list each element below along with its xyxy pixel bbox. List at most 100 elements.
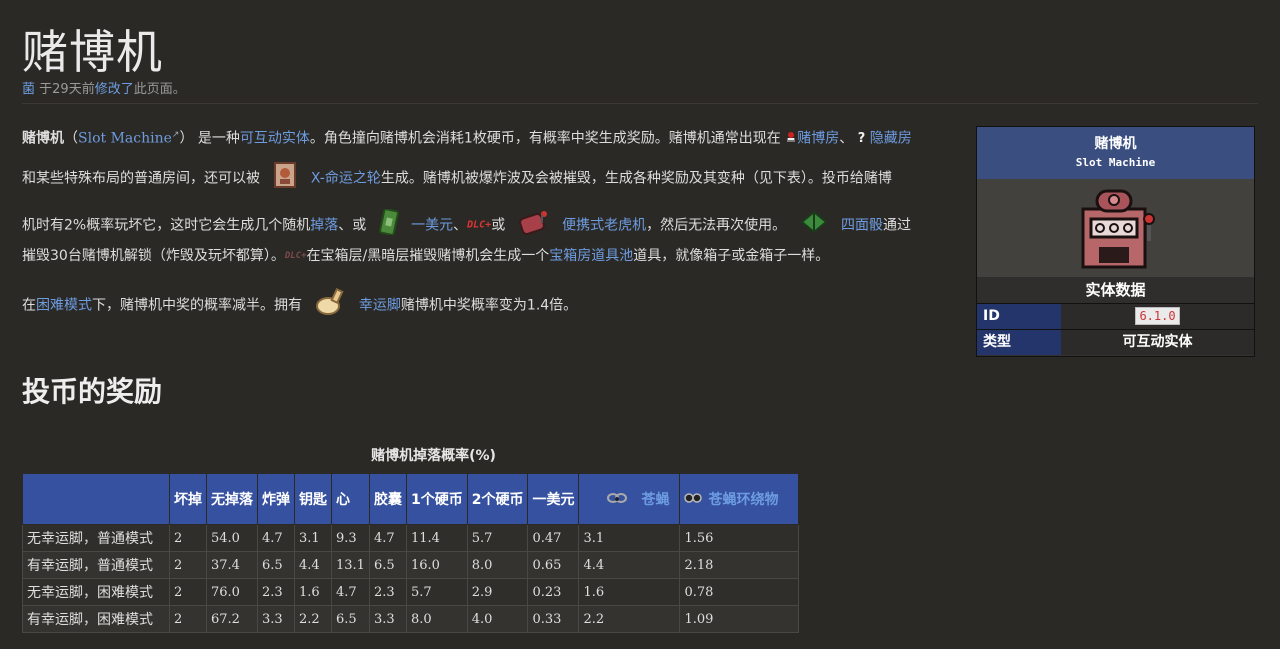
- interactive-entity-link[interactable]: 可互动实体: [240, 131, 310, 147]
- col-header: 胶囊: [368, 473, 407, 525]
- table-row: 有幸运脚，普通模式 2 37.4 6.5 4.4 13.1 6.5 16.0 8…: [22, 551, 800, 579]
- text: 、: [839, 130, 854, 147]
- col-header: 心: [331, 473, 370, 525]
- lucky-foot-link[interactable]: 幸运脚: [359, 298, 401, 314]
- fly-orbital-link[interactable]: 苍蝇环绕物: [708, 492, 778, 508]
- row-label: 无幸运脚，普通模式: [22, 524, 170, 552]
- d4-link[interactable]: 四面骰: [841, 218, 883, 234]
- text: 下，赌博机中奖的概率减半。拥有: [92, 297, 302, 314]
- fly-icon: [607, 492, 628, 508]
- cell: 6.5: [368, 551, 407, 579]
- infobox: 赌博机 Slot Machine 实体数据 ID 6.1.0 类型 可互动实体: [976, 126, 1255, 357]
- cell: 2: [169, 605, 207, 633]
- gamble-room-icon: [785, 128, 797, 150]
- intro-term: 赌博机: [22, 130, 64, 147]
- cell: 5.7: [466, 524, 529, 552]
- cell: 9.3: [331, 524, 370, 552]
- slot-machine-sprite: [1081, 189, 1155, 269]
- cell: 13.1: [331, 551, 370, 579]
- table-caption: 赌博机掉落概率(%): [371, 448, 496, 464]
- cell: 4.4: [578, 551, 681, 579]
- col-header: 无掉落: [206, 473, 258, 525]
- infobox-row: ID 6.1.0: [977, 303, 1254, 329]
- text: 生成。赌博机被爆炸波及会被摧毁，生成各种奖励及其变种（见下表）。投币给赌博: [380, 170, 892, 187]
- cell: 3.1: [294, 524, 332, 552]
- history-link[interactable]: 修改了: [95, 82, 134, 97]
- fly-link[interactable]: 苍蝇: [641, 492, 669, 508]
- cell: 2.9: [466, 578, 529, 606]
- rewards-table: 坏掉 无掉落 炸弹 钥匙 心 胶囊 1个硬币 2个硬币 一美元 苍蝇 苍蝇环绕物…: [22, 473, 800, 633]
- text: 是一种: [197, 130, 240, 147]
- intro-line-1: 赌博机（Slot Machine↗） 是一种可互动实体。角色撞向赌博机会消耗1枚…: [22, 124, 912, 150]
- col-header: 2个硬币: [466, 473, 529, 525]
- cell: 1.56: [679, 524, 800, 552]
- row-label: 有幸运脚，困难模式: [22, 605, 170, 633]
- dlc-plus-badge: DLC+: [467, 219, 492, 231]
- section-heading: 投币的奖励: [22, 375, 163, 408]
- intro-line-2: 和某些特殊布局的普通房间，还可以被 X-命运之轮生成。赌博机被爆炸波及会被摧毁，…: [22, 162, 892, 195]
- pickup-link[interactable]: 掉落: [310, 218, 338, 234]
- col-header: 坏掉: [169, 473, 207, 525]
- text: 、或: [338, 217, 367, 234]
- row-label: 无幸运脚，困难模式: [22, 578, 170, 606]
- cell: 2.2: [578, 605, 681, 633]
- secret-room-icon: ?: [857, 130, 866, 146]
- table-row: 无幸运脚，困难模式 2 76.0 2.3 1.6 4.7 2.3 5.7 2.9…: [22, 578, 800, 606]
- cell: 4.4: [294, 551, 332, 579]
- infobox-key: ID: [977, 304, 1061, 329]
- cell: 2.2: [294, 605, 332, 633]
- infobox-section-title: 实体数据: [977, 277, 1254, 303]
- cell: 0.23: [527, 578, 580, 606]
- english-name-link[interactable]: Slot Machine: [78, 131, 172, 147]
- meta-suffix: 此页面。: [133, 82, 186, 97]
- infobox-subtitle: Slot Machine: [1075, 156, 1156, 169]
- cell: 54.0: [206, 524, 258, 552]
- d4-icon: [800, 210, 828, 240]
- entity-id-code: 6.1.0: [1135, 307, 1180, 325]
- text: 和某些特殊布局的普通房间，还可以被: [22, 170, 260, 187]
- infobox-image: [977, 179, 1254, 277]
- table-header-row: 坏掉 无掉落 炸弹 钥匙 心 胶囊 1个硬币 2个硬币 一美元 苍蝇 苍蝇环绕物: [22, 473, 800, 525]
- title-divider: [22, 103, 1258, 104]
- cell: 0.33: [527, 605, 580, 633]
- page-meta: 菌 于29天前修改了此页面。: [22, 78, 186, 97]
- editor-link[interactable]: 菌: [22, 82, 35, 97]
- wheel-of-fortune-card-icon: [274, 162, 297, 195]
- cell: 1.09: [679, 605, 800, 633]
- cell: 37.4: [206, 551, 258, 579]
- treasure-pool-link[interactable]: 宝箱房道具池: [549, 248, 633, 264]
- text: 机时有2%概率玩坏它，这时它会生成几个随机: [22, 217, 311, 234]
- cell: 5.7: [405, 578, 468, 606]
- cell: 0.65: [527, 551, 580, 579]
- cell: 3.1: [578, 524, 681, 552]
- cell: 2.18: [679, 551, 800, 579]
- cell: 11.4: [405, 524, 468, 552]
- infobox-value: 可互动实体: [1061, 330, 1254, 355]
- cell: 2: [169, 551, 207, 579]
- infobox-header: 赌博机 Slot Machine: [977, 127, 1254, 179]
- cell: 4.7: [368, 524, 407, 552]
- col-header-fly: 苍蝇: [578, 473, 681, 525]
- cell: 8.0: [405, 605, 468, 633]
- cell: 1.6: [578, 578, 681, 606]
- infobox-value: 6.1.0: [1061, 304, 1254, 329]
- hard-mode-link[interactable]: 困难模式: [36, 298, 92, 314]
- lucky-foot-icon: [314, 286, 346, 325]
- cell: 2: [169, 524, 207, 552]
- col-header-fly-orbital: 苍蝇环绕物: [679, 473, 800, 525]
- text: 摧毁30台赌博机解锁（炸毁及玩坏都算）。: [22, 248, 285, 264]
- cell: 4.0: [466, 605, 529, 633]
- wheel-of-fortune-link[interactable]: X-命运之轮: [311, 171, 381, 187]
- secret-room-link[interactable]: 隐藏房: [870, 131, 912, 147]
- dlc-plus-badge: DLC+: [284, 251, 307, 261]
- intro-line-3: 机时有2%概率玩坏它，这时它会生成几个随机掉落、或 一美元、DLC+或 便携式老…: [22, 208, 911, 243]
- dollar-link[interactable]: 一美元: [411, 218, 453, 234]
- cell: 2.3: [257, 578, 295, 606]
- cell: 8.0: [466, 551, 529, 579]
- cell: 0.47: [527, 524, 580, 552]
- intro-line-4: 摧毁30台赌博机解锁（炸毁及玩坏都算）。DLC+在宝箱层/黑暗层摧毁赌博机会生成…: [22, 245, 829, 267]
- gamble-room-link[interactable]: 赌博房: [797, 131, 839, 147]
- text: 或: [491, 217, 506, 234]
- portable-slot-link[interactable]: 便携式老虎机: [562, 218, 646, 234]
- text: ，然后无法再次使用。: [646, 217, 787, 234]
